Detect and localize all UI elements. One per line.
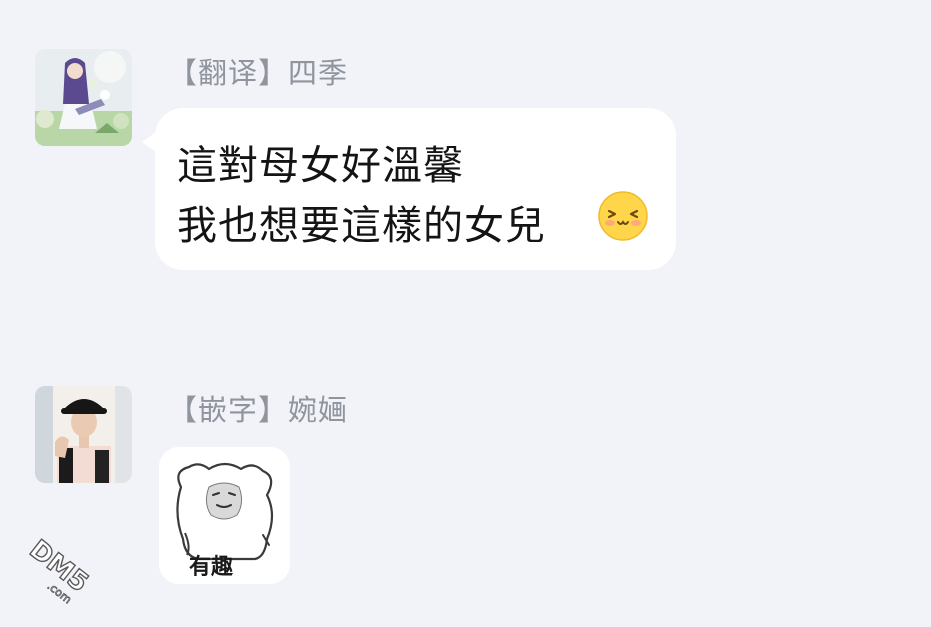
smiling-face-emoji-icon <box>598 191 648 241</box>
sticker-caption: 有趣 <box>189 555 234 580</box>
dm5-watermark-logo: DM5 .com <box>23 534 95 607</box>
message-bubble[interactable]: 這對母女好溫馨 我也想要這樣的女兒 <box>155 108 676 270</box>
chat-view: 【翻译】四季 這對母女好溫馨 我也想要這樣的女兒 【嵌字】婉婳 有趣 DM5 .… <box>0 0 931 627</box>
avatar[interactable] <box>35 49 132 146</box>
message-text-line: 我也想要這樣的女兒 <box>177 203 546 249</box>
sticker-message[interactable]: 有趣 <box>159 447 290 584</box>
sender-name: 【翻译】四季 <box>168 56 349 90</box>
message-text-line: 這對母女好溫馨 <box>177 143 464 189</box>
avatar[interactable] <box>35 386 132 483</box>
bubble-tail <box>142 132 156 152</box>
sender-name: 【嵌字】婉婳 <box>168 393 349 427</box>
anime-girl-avatar-icon <box>35 49 132 146</box>
person-bucket-hat-avatar-icon <box>35 386 132 483</box>
